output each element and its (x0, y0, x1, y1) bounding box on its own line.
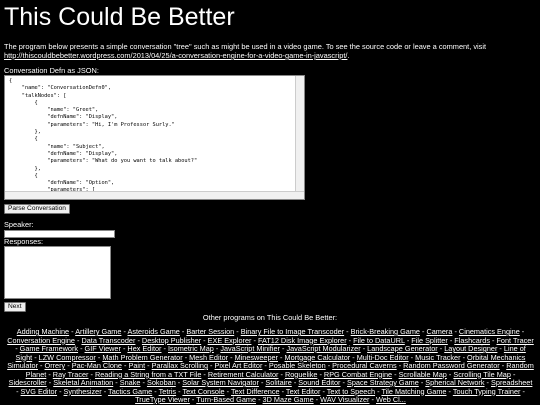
program-link[interactable]: Synthesizer (64, 387, 102, 396)
json-text: { "name": "ConversationDefn0", "talkNode… (9, 78, 198, 199)
link-separator: - (448, 386, 451, 396)
program-link[interactable]: 3D Maze Game (263, 395, 314, 404)
intro-end: . (347, 51, 350, 60)
horizontal-scrollbar[interactable] (5, 191, 304, 199)
program-link[interactable]: WAV Visualizer (320, 395, 369, 404)
source-link[interactable]: http://thiscouldbebetter.wordpress.com/2… (4, 51, 347, 60)
link-separator: - (315, 395, 319, 404)
responses-label: Responses: (4, 237, 44, 246)
parse-conversation-button[interactable]: Parse Conversation (4, 204, 70, 214)
link-separator: - (371, 395, 374, 404)
program-link[interactable]: TrueType Viewer (135, 395, 190, 404)
intro-paragraph: The program below presents a simple conv… (4, 42, 536, 60)
other-programs-list: Adding Machine - Artillery Game - Astero… (7, 327, 534, 405)
program-link[interactable]: SVG Editor (21, 387, 58, 396)
intro-text: The program below presents a simple conv… (4, 42, 487, 51)
link-separator: - (16, 386, 19, 396)
vertical-scrollbar[interactable] (295, 76, 304, 199)
program-link[interactable]: Turn-Based Game (196, 395, 256, 404)
link-separator: - (522, 386, 525, 396)
speaker-label: Speaker: (4, 220, 34, 229)
conversation-defn-label: Conversation Defn as JSON: (4, 66, 99, 75)
program-link[interactable]: Touch Typing Trainer (453, 387, 521, 396)
responses-listbox[interactable] (4, 246, 111, 299)
other-programs-heading: Other programs on This Could Be Better: (202, 313, 338, 322)
next-button[interactable]: Next (4, 302, 26, 312)
link-separator: - (191, 395, 195, 404)
program-link[interactable]: Web Cl... (376, 395, 406, 404)
link-separator: - (103, 386, 107, 396)
link-separator: - (258, 395, 261, 404)
link-separator: - (59, 386, 62, 396)
conversation-json-textarea[interactable]: { "name": "ConversationDefn0", "talkNode… (4, 75, 305, 200)
page-title: This Could Be Better (4, 3, 235, 31)
